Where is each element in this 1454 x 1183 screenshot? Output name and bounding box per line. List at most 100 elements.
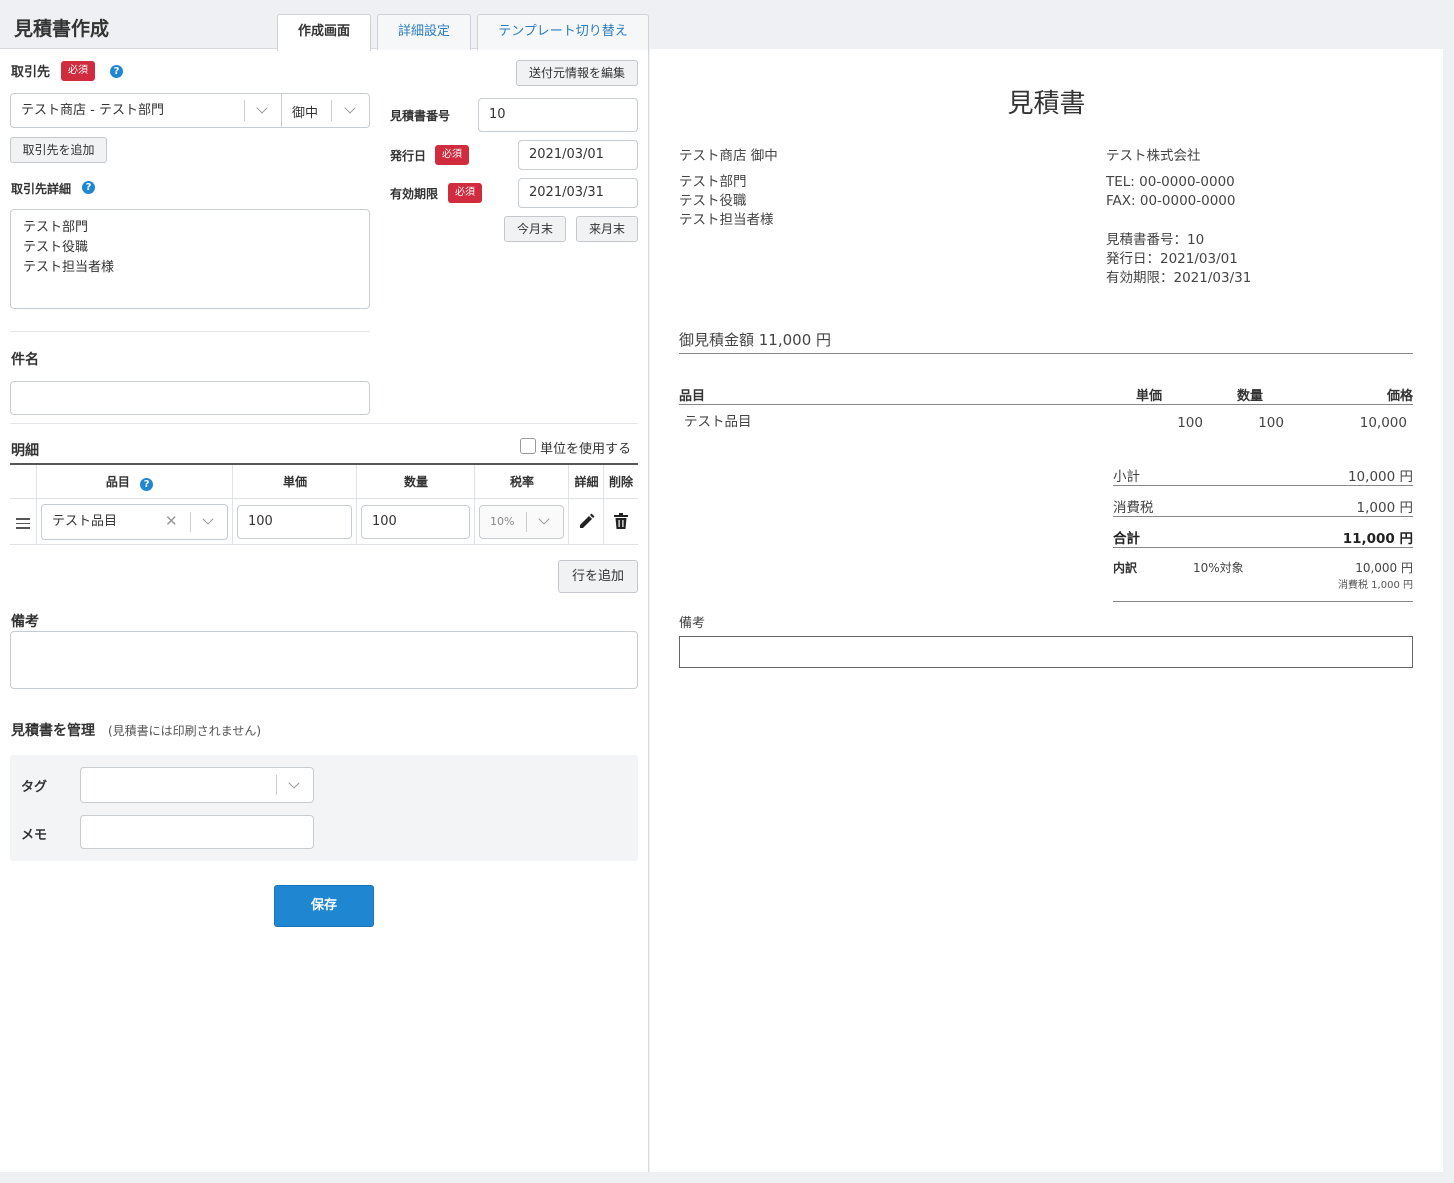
end-of-next-month-button[interactable]: 来月末 — [576, 216, 638, 242]
preview-divider — [1113, 516, 1413, 517]
preview-tel: TEL: 00-0000-0000 — [1106, 174, 1235, 190]
preview-expiry: 有効期限：2021/03/31 — [1106, 270, 1252, 286]
tax-rate-value: 10% — [490, 515, 515, 528]
pencil-icon[interactable] — [578, 513, 595, 530]
remarks-textarea[interactable] — [10, 631, 638, 689]
preview-divider — [1113, 485, 1413, 486]
preview-divider — [679, 404, 1413, 405]
tab-create[interactable]: 作成画面 — [277, 14, 371, 51]
preview-remarks-box — [679, 636, 1413, 668]
drag-handle-icon[interactable] — [16, 518, 30, 529]
preview-breakdown-target: 10%対象 — [1193, 561, 1244, 575]
estimate-number-input[interactable]: 10 — [478, 98, 638, 132]
add-row-button[interactable]: 行を追加 — [558, 560, 638, 593]
add-client-button[interactable]: 取引先を追加 — [10, 137, 107, 163]
memo-label: メモ — [21, 828, 48, 843]
quantity-input[interactable]: 100 — [361, 505, 470, 539]
preview-header-quantity: 数量 — [1236, 389, 1263, 404]
preview-subtotal-label: 小計 — [1113, 469, 1140, 485]
honorific-select-value[interactable]: 御中 — [292, 102, 318, 121]
preview-client-name: テスト商店 御中 — [679, 148, 778, 164]
client-detail-line: テスト役職 — [23, 240, 89, 255]
preview-breakdown-label: 内訳 — [1113, 561, 1138, 575]
client-detail-line: テスト部門 — [23, 220, 89, 235]
preview-divider — [1113, 547, 1413, 548]
trash-icon[interactable] — [614, 513, 628, 529]
scrollbar-track[interactable] — [1443, 49, 1454, 1172]
client-select-value: テスト商店 - テスト部門 — [21, 103, 164, 118]
divider — [10, 423, 638, 424]
preview-header-unit-price: 単価 — [1135, 389, 1162, 404]
manage-label: 見積書を管理 — [11, 723, 95, 739]
subject-label: 件名 — [11, 352, 39, 368]
preview-client-lines: テスト部門 テスト役職 テスト担当者様 — [679, 173, 774, 230]
column-header-item: 品目 ? — [37, 473, 222, 491]
editor-panel — [0, 0, 649, 1172]
preview-row-price: 10,000 — [1359, 415, 1407, 431]
preview-title: 見積書 — [1007, 89, 1086, 119]
preview-fax: FAX: 00-0000-0000 — [1106, 193, 1236, 209]
required-badge: 必須 — [61, 61, 95, 81]
preview-header-item: 品目 — [679, 389, 706, 404]
preview-divider — [679, 353, 1413, 354]
preview-subtotal-value: 10,000 円 — [1347, 469, 1413, 485]
select-separator — [190, 512, 191, 532]
preview-remarks-label: 備考 — [679, 616, 706, 631]
select-separator — [331, 100, 332, 121]
preview-tax-label: 消費税 — [1113, 500, 1154, 516]
tab-template-switch[interactable]: テンプレート切り替え — [477, 14, 649, 50]
preview-company-contact: TEL: 00-0000-0000 FAX: 00-0000-0000 — [1106, 173, 1235, 211]
use-unit-label: 単位を使用する — [540, 442, 632, 457]
tax-rate-select[interactable]: 10% — [479, 505, 564, 539]
preview-company-name: テスト株式会社 — [1106, 148, 1201, 164]
column-header-quantity: 数量 — [403, 475, 428, 489]
required-badge: 必須 — [435, 145, 469, 165]
memo-input[interactable] — [80, 815, 314, 849]
select-separator — [276, 775, 277, 795]
select-separator — [526, 512, 527, 532]
preview-grand-total-value: 11,000 円 — [1342, 531, 1413, 547]
preview-breakdown-tax: 消費税 1,000 円 — [1338, 580, 1413, 591]
item-select-value: テスト品目 — [52, 514, 118, 529]
preview-row-item: テスト品目 — [684, 414, 752, 430]
save-button[interactable]: 保存 — [274, 885, 374, 927]
expiry-date-input[interactable]: 2021/03/31 — [518, 178, 638, 208]
unit-price-input[interactable]: 100 — [237, 505, 352, 539]
clear-icon[interactable]: ✕ — [165, 512, 178, 530]
help-icon[interactable]: ? — [140, 478, 154, 491]
preview-grand-total-label: 合計 — [1113, 531, 1140, 547]
select-separator — [244, 100, 245, 121]
preview-row-quantity: 100 — [1258, 415, 1284, 431]
preview-header-price: 価格 — [1386, 389, 1413, 404]
end-of-month-button[interactable]: 今月末 — [504, 216, 566, 242]
edit-sender-button[interactable]: 送付元情報を編集 — [516, 60, 638, 86]
column-header-detail: 詳細 — [574, 475, 599, 489]
column-header-unit-price: 単価 — [282, 475, 307, 489]
remarks-label: 備考 — [11, 614, 39, 630]
estimate-number-label: 見積書番号 — [390, 109, 451, 123]
tag-label: タグ — [21, 780, 48, 795]
use-unit-checkbox[interactable] — [520, 438, 536, 454]
column-header-delete: 削除 — [608, 475, 633, 489]
client-detail-label: 取引先詳細 — [11, 182, 72, 196]
divider — [10, 331, 370, 332]
required-badge: 必須 — [448, 183, 482, 203]
page-title: 見積書作成 — [14, 18, 110, 40]
item-select[interactable]: テスト品目 — [41, 504, 228, 540]
client-detail-textarea[interactable]: テスト部門 テスト役職 テスト担当者様 — [10, 209, 370, 309]
preview-breakdown-amount: 10,000 円 — [1355, 561, 1413, 575]
tab-detail-settings[interactable]: 詳細設定 — [377, 14, 471, 50]
expiry-label: 有効期限 — [390, 187, 439, 201]
issue-date-input[interactable]: 2021/03/01 — [518, 140, 638, 170]
preview-client-line: テスト担当者様 — [679, 212, 774, 228]
details-label: 明細 — [11, 443, 39, 459]
column-header-item-label: 品目 — [105, 475, 130, 489]
subject-input[interactable] — [10, 381, 370, 415]
preview-tax-value: 1,000 円 — [1356, 500, 1413, 516]
help-icon[interactable]: ? — [110, 65, 123, 78]
preview-issue-date: 発行日：2021/03/01 — [1106, 251, 1238, 267]
preview-client-line: テスト部門 — [679, 174, 747, 190]
tag-select[interactable] — [80, 767, 314, 803]
preview-row-unit-price: 100 — [1177, 415, 1203, 431]
help-icon[interactable]: ? — [82, 181, 95, 194]
